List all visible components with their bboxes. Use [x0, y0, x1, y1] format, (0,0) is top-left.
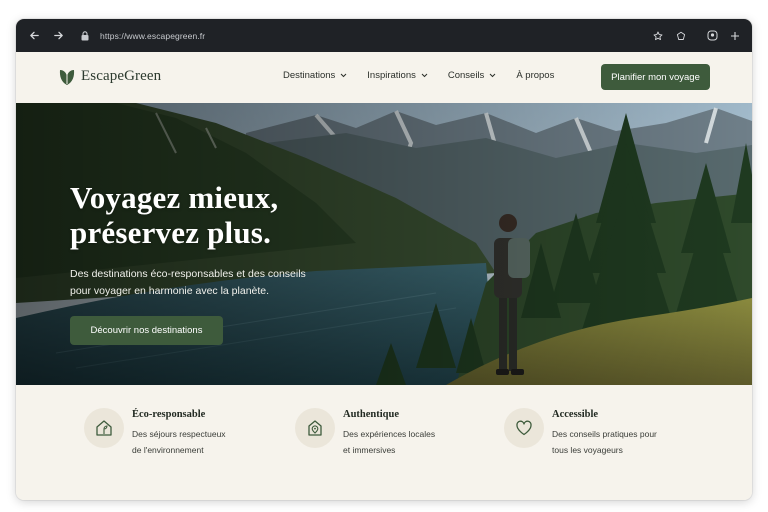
site-header: EscapeGreen Destinations Inspirations Co… [16, 52, 752, 103]
feature-description-line-1: Des conseils pratiques pour [552, 429, 657, 439]
discover-destinations-button[interactable]: Découvrir nos destinations [70, 316, 223, 345]
location-home-icon [295, 408, 335, 448]
bookmark-icon[interactable] [651, 29, 665, 43]
feature-title: Authentique [343, 409, 400, 420]
browser-window: https://www.escapegreen.fr EscapeGreen D… [16, 19, 752, 500]
nav-item-label: Destinations [283, 70, 336, 81]
lock-icon [81, 30, 91, 42]
forward-arrow-icon[interactable] [49, 27, 67, 45]
menu-icon[interactable] [728, 29, 742, 43]
heart-icon [504, 408, 544, 448]
nav-item-destinations[interactable]: Destinations [283, 70, 347, 81]
feature-eco-responsable: Éco-responsable Des séjours respectueux … [84, 408, 262, 458]
chevron-down-icon [340, 73, 347, 78]
hero-subtitle-line-1: Des destinations éco-responsables et des… [70, 268, 306, 280]
feature-description-line-2: de l'environnement [132, 445, 204, 455]
feature-description-line-1: Des expériences locales [343, 429, 436, 439]
features-section: Éco-responsable Des séjours respectueux … [16, 385, 752, 500]
hero-title-line-2: préservez plus. [70, 215, 272, 250]
feature-title: Éco-responsable [132, 409, 206, 420]
browser-actions [651, 19, 742, 52]
nav-item-inspirations[interactable]: Inspirations [367, 70, 428, 81]
nav-item-conseils[interactable]: Conseils [448, 70, 496, 81]
profile-icon[interactable] [705, 29, 719, 43]
nav-item-label: Inspirations [367, 70, 416, 81]
nav-item-label: Conseils [447, 70, 485, 81]
feature-description: Des séjours respectueux de l'environneme… [132, 426, 262, 458]
hero-section: Voyagez mieux, préservez plus. Des desti… [16, 103, 752, 385]
feature-description-line-2: et immersives [343, 445, 396, 455]
nav-item-a-propos[interactable]: À propos [516, 70, 554, 81]
brand-name: EscapeGreen [81, 67, 162, 84]
hero-title-line-1: Voyagez mieux, [70, 180, 279, 215]
extensions-icon[interactable] [674, 29, 688, 43]
hero-subtitle-line-2: pour voyager en harmonie avec la planète… [70, 285, 270, 297]
site-logo[interactable]: EscapeGreen [58, 66, 161, 86]
feature-description-line-2: tous les voyageurs [552, 445, 623, 455]
hero-subtitle: Des destinations éco-responsables et des… [70, 266, 340, 300]
url-text[interactable]: https://www.escapegreen.fr [100, 31, 205, 41]
plan-trip-button[interactable]: Planifier mon voyage [601, 64, 710, 90]
hero-title: Voyagez mieux, préservez plus. [70, 180, 340, 250]
feature-authentique: Authentique Des expériences locales et i… [295, 408, 473, 458]
feature-accessible: Accessible Des conseils pratiques pour t… [504, 408, 682, 458]
back-arrow-icon[interactable] [25, 27, 43, 45]
address-bar[interactable]: https://www.escapegreen.fr [81, 26, 205, 46]
feature-description-line-1: Des séjours respectueux [132, 429, 226, 439]
main-nav: Destinations Inspirations Conseils À pro… [283, 70, 574, 81]
hero-text-block: Voyagez mieux, préservez plus. Des desti… [70, 180, 340, 300]
leaf-icon [59, 70, 75, 85]
feature-description: Des expériences locales et immersives [343, 426, 473, 458]
chevron-down-icon [489, 73, 496, 78]
browser-toolbar: https://www.escapegreen.fr [16, 19, 752, 52]
eco-house-icon [84, 408, 124, 448]
feature-description: Des conseils pratiques pour tous les voy… [552, 426, 682, 458]
chevron-down-icon [421, 73, 428, 78]
nav-item-label: À propos [516, 70, 555, 81]
feature-title: Accessible [552, 409, 599, 420]
